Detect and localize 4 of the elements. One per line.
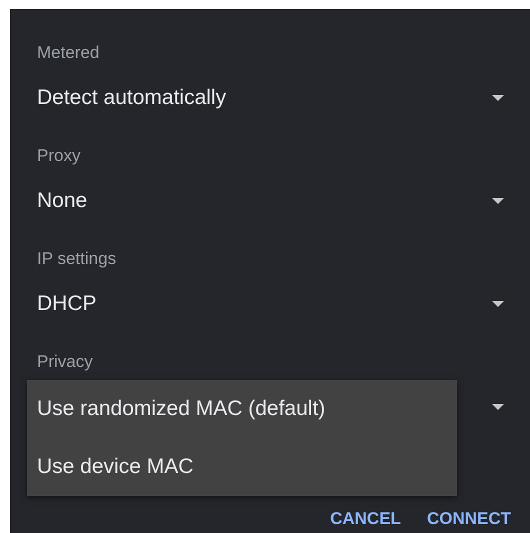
field-label: Proxy	[37, 145, 80, 167]
field-label: Metered	[37, 42, 100, 64]
field-label: Privacy	[37, 351, 93, 373]
field-label: IP settings	[37, 248, 116, 270]
